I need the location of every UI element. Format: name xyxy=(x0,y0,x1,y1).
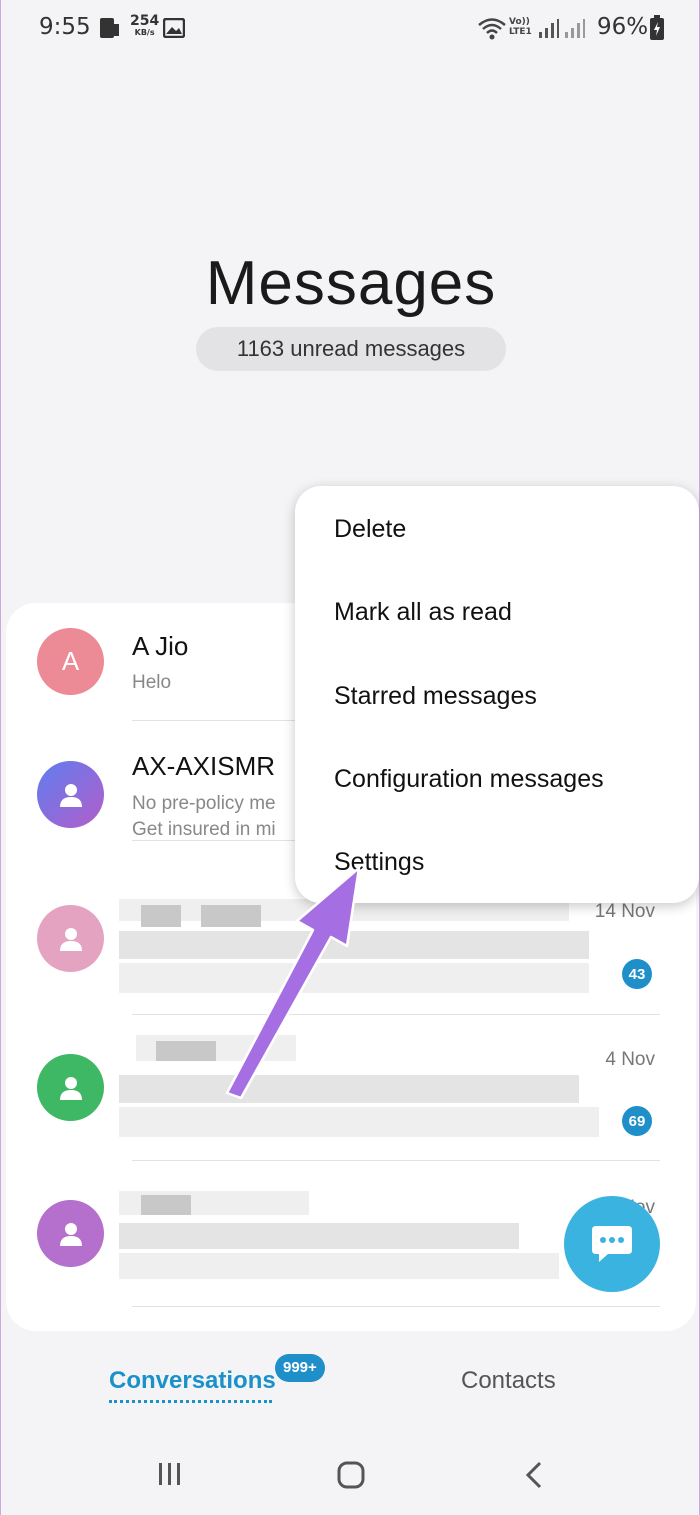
status-time: 9:55 xyxy=(39,14,91,40)
menu-item-starred-messages[interactable]: Starred messages xyxy=(334,682,537,711)
menu-item-configuration-messages[interactable]: Configuration messages xyxy=(334,765,604,794)
avatar xyxy=(37,1200,104,1267)
network-speed: 254 KB/s xyxy=(130,14,159,37)
volte-indicator: Vo)) LTE1 xyxy=(509,17,532,37)
sim-icon xyxy=(100,18,119,38)
menu-item-settings[interactable]: Settings xyxy=(334,848,424,877)
contact-name: AX-AXISMR xyxy=(132,751,276,781)
overflow-menu: Delete Mark all as read Starred messages… xyxy=(295,486,699,903)
tab-contacts[interactable]: Contacts xyxy=(461,1367,556,1395)
avatar xyxy=(37,761,104,828)
menu-item-mark-all-read[interactable]: Mark all as read xyxy=(334,598,512,627)
avatar: A xyxy=(37,628,104,695)
chat-bubble-icon xyxy=(592,1226,632,1262)
contact-name: A Jio xyxy=(132,631,189,661)
compose-button[interactable] xyxy=(564,1196,660,1292)
redacted-preview xyxy=(119,1075,579,1103)
person-icon xyxy=(59,1222,82,1246)
redacted-preview xyxy=(119,931,589,959)
person-icon xyxy=(59,927,82,951)
redacted-block xyxy=(201,905,261,927)
signal-icon xyxy=(539,19,559,38)
network-speed-unit: KB/s xyxy=(134,28,155,37)
message-date: 14 Nov xyxy=(594,901,655,922)
back-icon[interactable] xyxy=(521,1460,547,1490)
tab-conversations-indicator xyxy=(109,1400,272,1403)
message-date: 4 Nov xyxy=(605,1049,655,1070)
image-icon xyxy=(163,18,185,38)
battery-percent: 96% xyxy=(597,14,649,40)
redacted-block xyxy=(156,1041,216,1061)
tab-conversations[interactable]: Conversations xyxy=(109,1367,276,1395)
redacted-block xyxy=(141,905,181,927)
menu-item-delete[interactable]: Delete xyxy=(334,515,406,544)
signal-2-icon xyxy=(565,19,585,38)
battery-charging-icon xyxy=(650,15,664,40)
message-preview: Helo xyxy=(132,672,172,693)
avatar xyxy=(37,905,104,972)
redacted-preview xyxy=(119,1253,559,1279)
person-icon xyxy=(59,783,82,807)
redacted-preview xyxy=(119,1223,519,1249)
redacted-preview xyxy=(119,963,589,993)
status-bar: 9:55 254 KB/s Vo)) LTE1 96% xyxy=(1,0,700,60)
conversations-badge: 999+ xyxy=(275,1354,325,1382)
avatar-letter: A xyxy=(61,646,80,676)
redacted-preview xyxy=(119,1107,599,1137)
home-icon[interactable] xyxy=(336,1460,366,1490)
unread-count: 1163 unread messages xyxy=(236,336,466,361)
conversation-row-4[interactable]: 4 Nov 69 xyxy=(6,1015,696,1160)
redacted-block xyxy=(141,1195,191,1215)
unread-badge: 43 xyxy=(622,959,652,989)
recents-icon[interactable] xyxy=(156,1460,184,1488)
system-nav-bar xyxy=(1,1430,700,1515)
unread-badge: 69 xyxy=(622,1106,652,1136)
avatar xyxy=(37,1054,104,1121)
divider xyxy=(132,1306,660,1307)
page-title: Messages xyxy=(205,249,497,318)
network-speed-value: 254 xyxy=(130,13,160,29)
wifi-icon xyxy=(478,18,506,40)
volte-top: Vo)) xyxy=(509,17,530,27)
message-preview-line1: No pre-policy me xyxy=(132,793,276,814)
volte-bottom: LTE1 xyxy=(509,27,532,37)
person-icon xyxy=(59,1076,82,1100)
message-preview-line2: Get insured in mi xyxy=(132,819,276,840)
